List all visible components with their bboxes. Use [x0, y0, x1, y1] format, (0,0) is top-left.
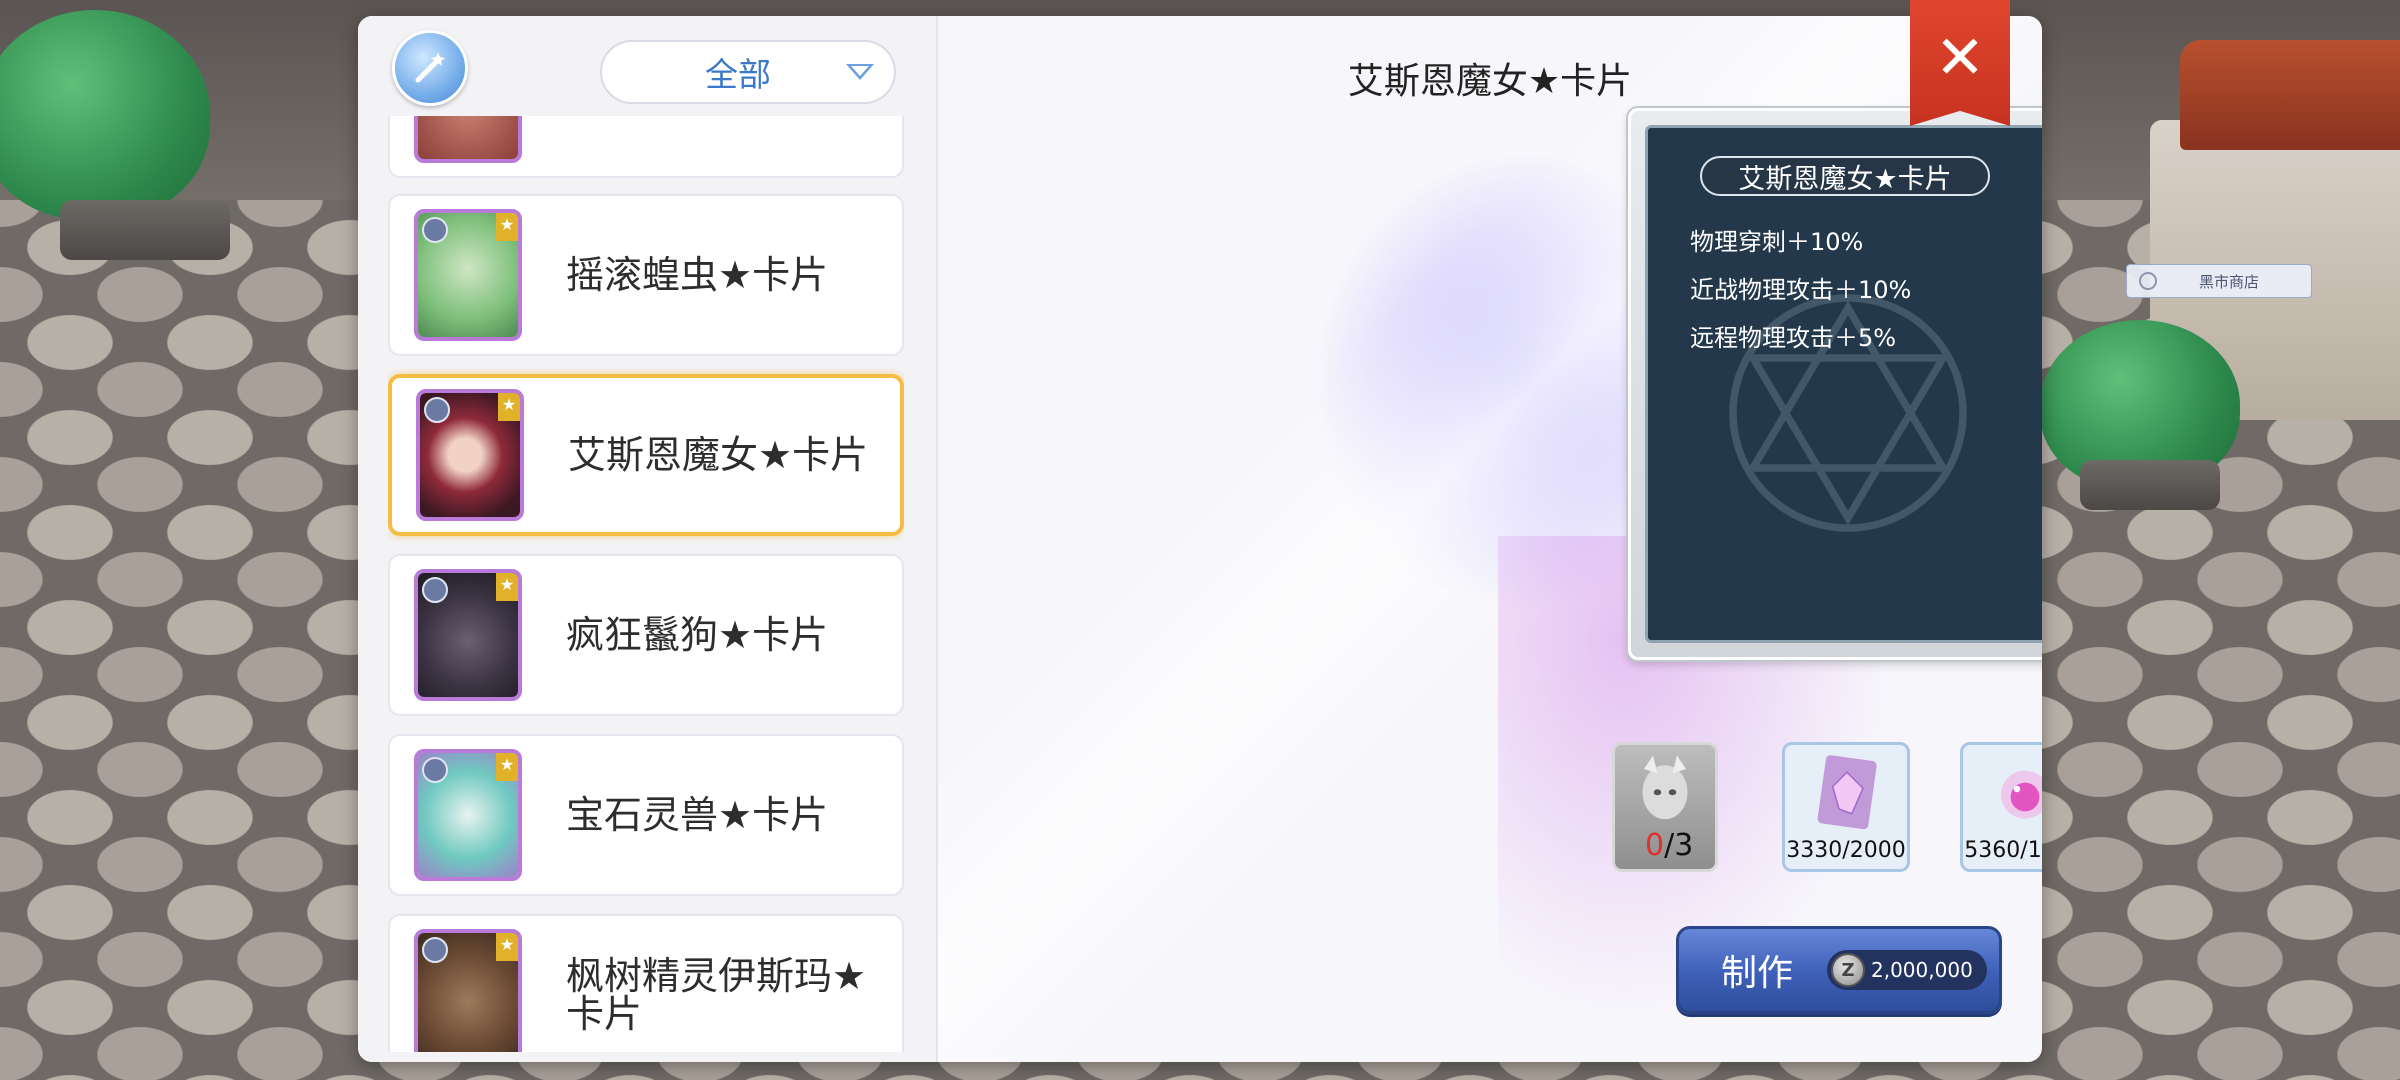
- card-list-panel: 全部 ★ 摇滚蝗虫★卡片 ★ 艾斯恩魔女★卡片 ★ 疯狂鬣狗★卡片 ★ 宝石灵兽…: [358, 16, 938, 1062]
- card-name: 艾斯恩魔女★卡片: [568, 433, 869, 477]
- card-thumbnail: [414, 116, 522, 163]
- card-preview-face: 艾斯恩魔女★卡片 物理穿刺＋10% 近战物理攻击＋10% 远程物理攻击＋5%: [1645, 125, 2042, 643]
- magic-wand-icon: [415, 52, 445, 83]
- magic-wand-button[interactable]: [392, 30, 468, 106]
- card-name: 摇滚蝗虫★卡片: [566, 253, 829, 297]
- stat-line: 物理穿刺＋10%: [1690, 228, 1864, 256]
- star-icon: ★: [496, 573, 518, 601]
- card-list[interactable]: ★ 摇滚蝗虫★卡片 ★ 艾斯恩魔女★卡片 ★ 疯狂鬣狗★卡片 ★ 宝石灵兽★卡片…: [388, 116, 904, 1052]
- ring-icon: [422, 577, 448, 603]
- star-icon: ★: [496, 933, 518, 961]
- star-icon: ★: [496, 753, 518, 781]
- sword-icon: [422, 937, 448, 963]
- stat-line: 远程物理攻击＋5%: [1690, 324, 1897, 352]
- material-crystal-slot[interactable]: 3330/2000: [1782, 742, 1910, 872]
- craft-cost-amount: 2,000,000: [1871, 958, 1973, 982]
- category-filter-dropdown[interactable]: 全部: [600, 40, 896, 104]
- sword-icon: [424, 397, 450, 423]
- card-thumbnail: ★: [414, 209, 522, 341]
- material-count: 5360/1000: [1964, 838, 2042, 863]
- npc-tag-label: 黑市商店: [2198, 272, 2259, 291]
- card-list-item[interactable]: ★ 宝石灵兽★卡片: [388, 734, 904, 896]
- card-list-item-selected[interactable]: ★ 艾斯恩魔女★卡片: [388, 374, 904, 536]
- card-name: 枫树精灵伊斯玛★卡片: [566, 954, 867, 1036]
- craft-button[interactable]: 制作 Z 2,000,000: [1676, 926, 2002, 1014]
- card-thumbnail: ★: [414, 569, 522, 701]
- star-icon: ★: [498, 393, 520, 421]
- craft-label: 制作: [1721, 953, 1794, 994]
- card-detail-panel: 艾斯恩魔女★卡片 艾斯恩魔女★卡片 物理穿刺＋10% 近战物理攻击＋10% 远程…: [938, 16, 2042, 1062]
- npc-shop-tag[interactable]: 黑市商店: [2126, 264, 2312, 298]
- card-thumbnail: ★: [416, 389, 524, 521]
- card-name: 宝石灵兽★卡片: [566, 793, 829, 837]
- close-button[interactable]: ✕: [1910, 0, 2010, 126]
- close-icon: ✕: [1934, 23, 1986, 93]
- crystal-card-icon: [1817, 755, 1877, 830]
- material-dust-slot[interactable]: 5360/1000: [1960, 742, 2042, 872]
- card-list-item[interactable]: ★ 枫树精灵伊斯玛★卡片: [388, 914, 904, 1052]
- card-list-item[interactable]: [388, 116, 904, 178]
- zeny-coin-icon: Z: [1831, 953, 1865, 987]
- bag-icon: [2139, 272, 2157, 290]
- card-list-item[interactable]: ★ 摇滚蝗虫★卡片: [388, 194, 904, 356]
- card-preview: 艾斯恩魔女★卡片 物理穿刺＋10% 近战物理攻击＋10% 远程物理攻击＋5%: [1628, 108, 2042, 660]
- detail-title: 艾斯恩魔女★卡片: [1347, 61, 1633, 102]
- card-craft-dialog: 全部 ★ 摇滚蝗虫★卡片 ★ 艾斯恩魔女★卡片 ★ 疯狂鬣狗★卡片 ★ 宝石灵兽…: [358, 16, 2042, 1062]
- stat-line: 近战物理攻击＋10%: [1690, 276, 1912, 304]
- sword-icon: [422, 217, 448, 243]
- card-name: 疯狂鬣狗★卡片: [566, 613, 829, 657]
- card-thumbnail: ★: [414, 749, 522, 881]
- material-count: 0/3: [1645, 828, 1694, 863]
- star-icon: ★: [496, 213, 518, 241]
- material-count: 3330/2000: [1786, 838, 1906, 863]
- material-card-slot[interactable]: 0/3: [1612, 742, 1718, 872]
- magic-dust-icon: [2001, 770, 2042, 819]
- accessory-icon: [422, 757, 448, 783]
- craft-cost: Z 2,000,000: [1827, 950, 1987, 990]
- card-name-plate: 艾斯恩魔女★卡片: [1700, 156, 1990, 196]
- card-thumbnail: ★: [414, 929, 522, 1052]
- card-list-item[interactable]: ★ 疯狂鬣狗★卡片: [388, 554, 904, 716]
- filter-label: 全部: [705, 55, 771, 94]
- chevron-down-icon: [846, 64, 874, 80]
